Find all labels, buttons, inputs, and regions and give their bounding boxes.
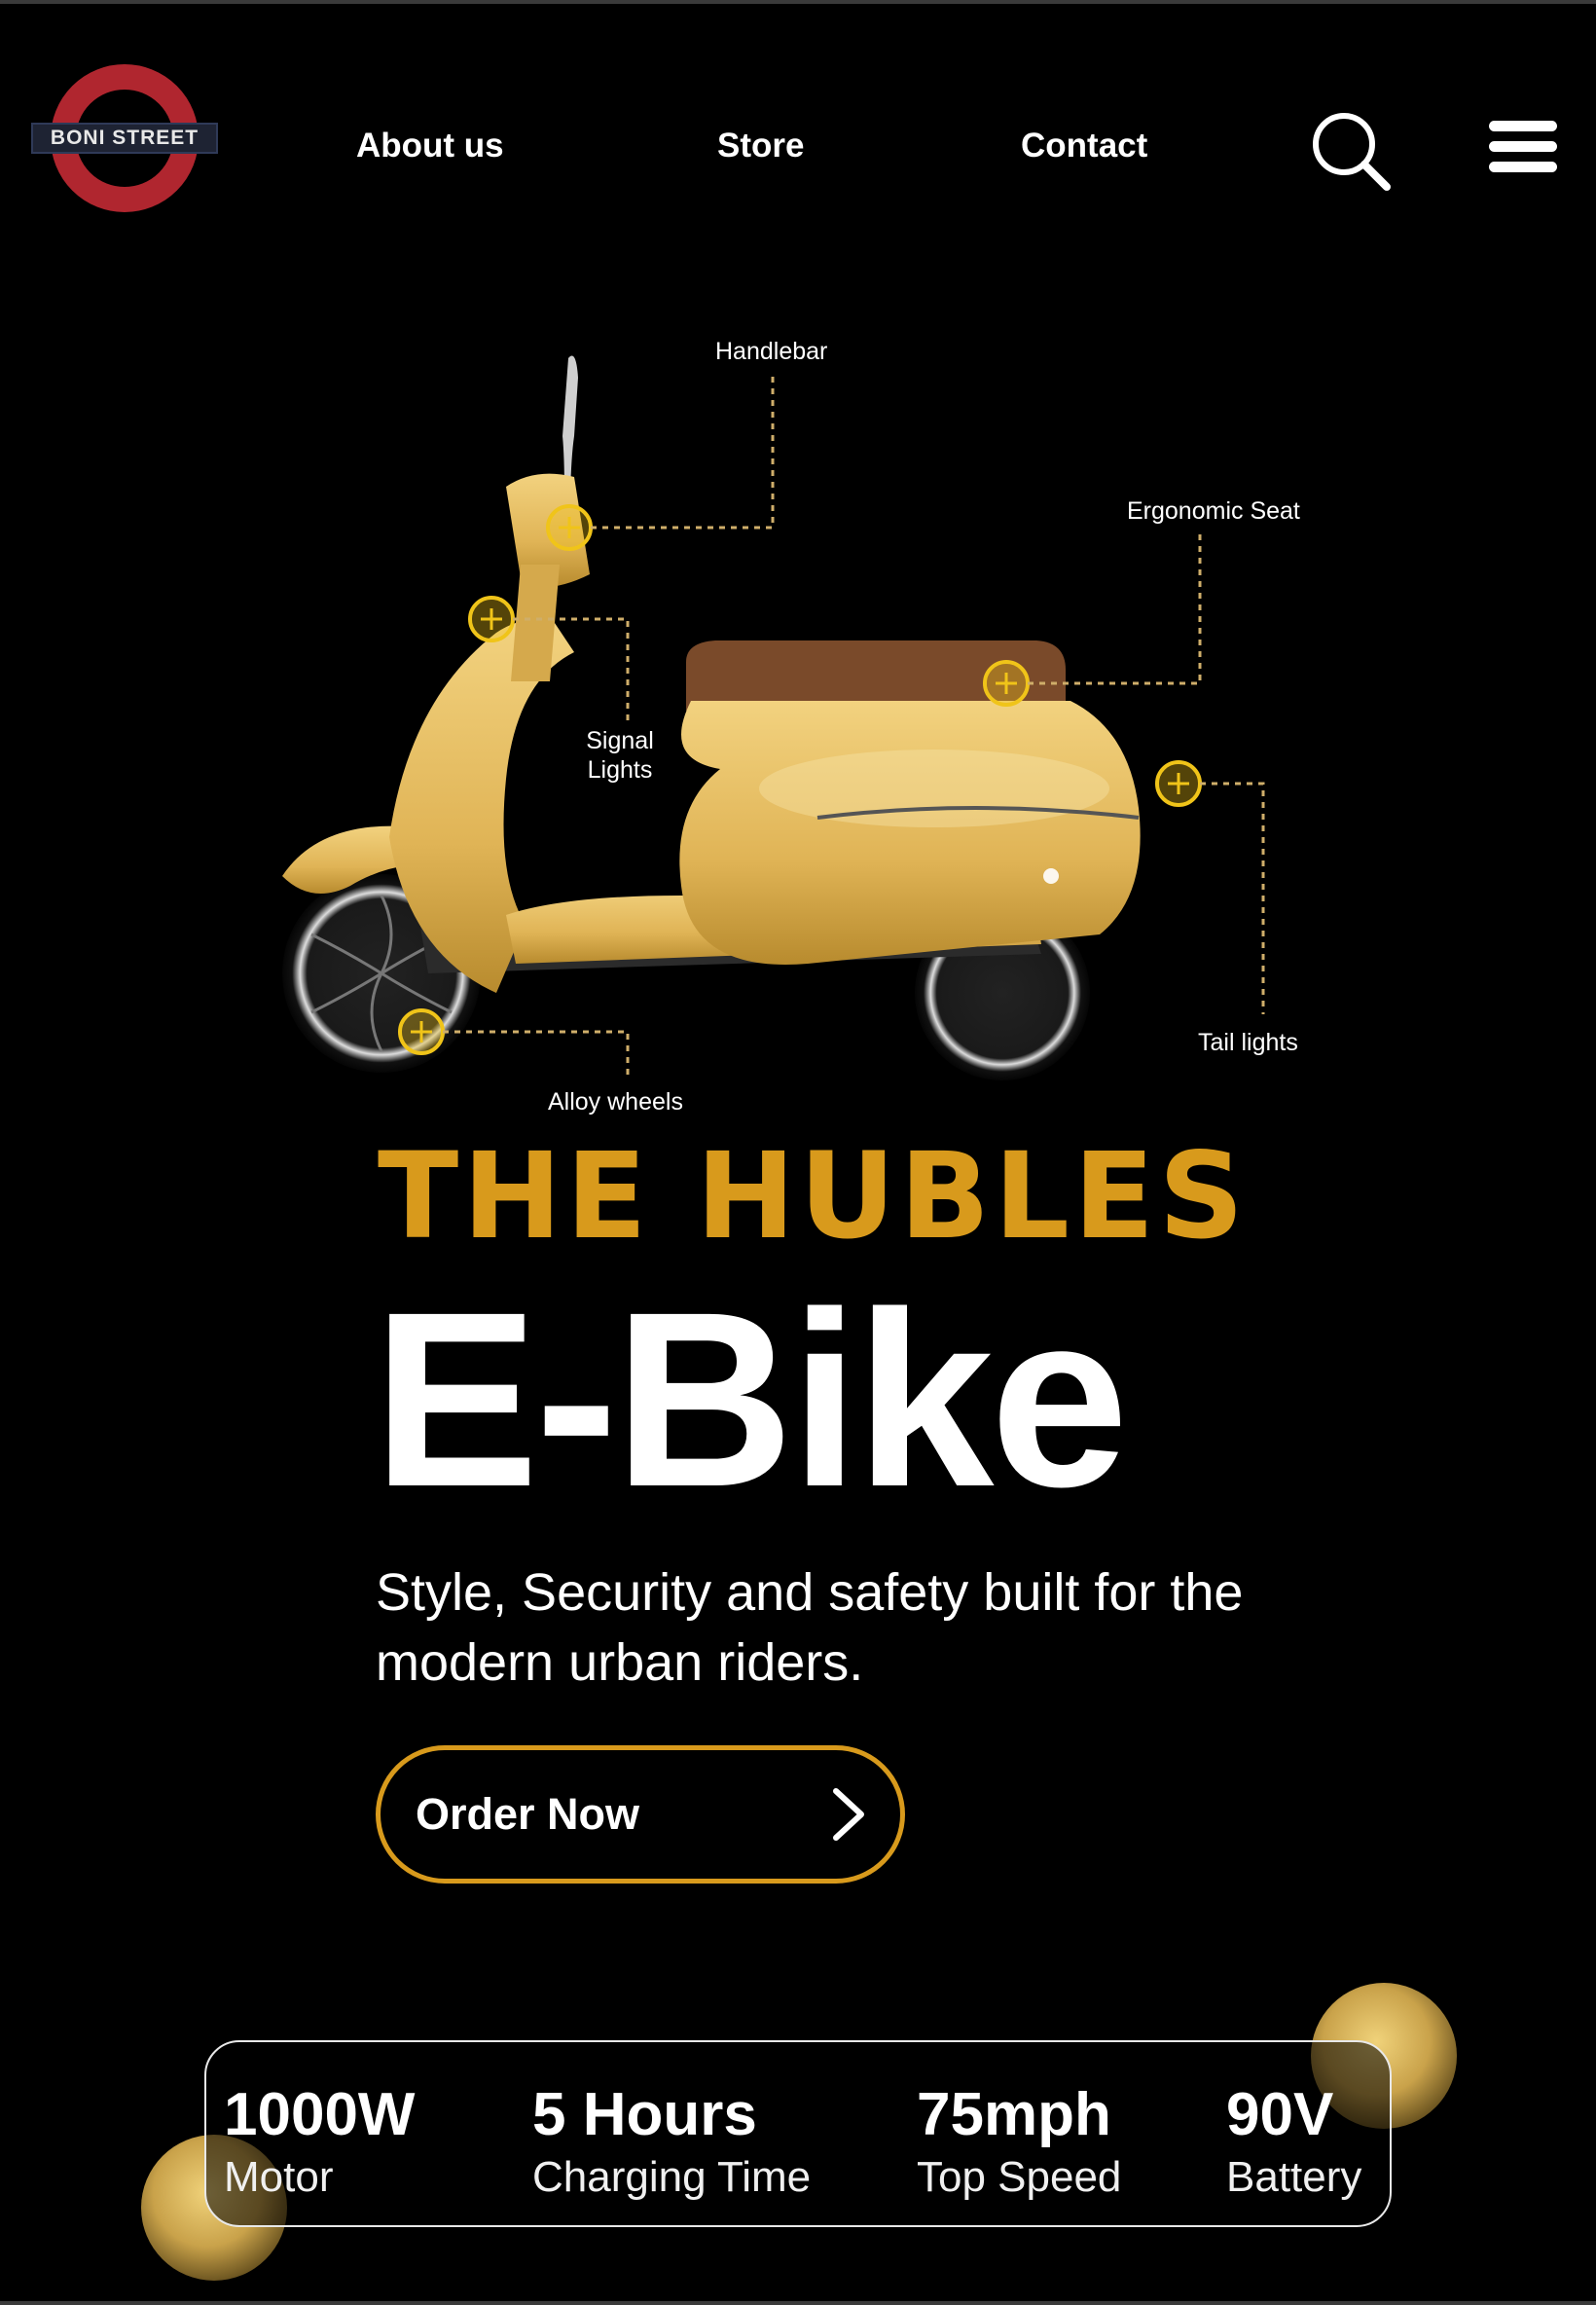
stat-motor: 1000W Motor [224,2081,415,2204]
callout-signal-lights: Signal Lights [581,726,659,785]
brand-title: THE HUBLES [378,1127,1249,1265]
hamburger-menu-icon[interactable] [1489,121,1557,179]
stat-value: 1000W [224,2081,416,2148]
page-title: E-Bike [373,1261,1129,1539]
callout-signal-line2: Lights [587,756,653,784]
callout-alloy-wheels: Alloy wheels [548,1088,683,1116]
tagline-line2: modern urban riders. [376,1633,864,1692]
mirror [562,355,578,494]
spec-stats-card: 1000W Motor 5 Hours Charging Time 75mph … [204,2040,1392,2227]
stat-charging-time: 5 Hours Charging Time [532,2081,811,2204]
stat-value: 90V [1226,2081,1334,2148]
callout-handlebar: Handlebar [715,338,828,365]
scooter-illustration [282,355,1265,1080]
stat-top-speed: 75mph Top Speed [917,2081,1121,2204]
nav-contact[interactable]: Contact [1021,127,1147,165]
menu-bar [1489,141,1557,152]
nav-store[interactable]: Store [717,127,804,165]
stat-battery: 90V Battery [1226,2081,1361,2204]
order-now-label: Order Now [416,1789,640,1839]
nav-about-us[interactable]: About us [356,127,504,165]
stat-value: 75mph [917,2081,1111,2148]
stat-label: Charging Time [532,2153,812,2201]
callout-tail-lights: Tail lights [1198,1029,1298,1056]
stat-label: Motor [224,2153,334,2201]
tagline-line1: Style, Security and safety built for the [376,1563,1244,1622]
rear-body [679,701,1141,965]
body-highlight [759,750,1109,827]
menu-bar [1489,162,1557,172]
callout-ergonomic-seat: Ergonomic Seat [1127,497,1300,525]
logo-text: BONI STREET [31,123,218,154]
hero-tagline: Style, Security and safety built for the… [376,1557,1349,1698]
chevron-right-icon [833,1788,864,1841]
stat-label: Top Speed [917,2153,1122,2201]
stat-label: Battery [1226,2153,1362,2201]
brand-logo[interactable]: BONI STREET [27,64,222,220]
menu-bar [1489,121,1557,131]
top-border [0,0,1596,4]
bottom-border [0,2301,1596,2305]
callout-signal-line1: Signal [586,727,654,754]
stat-value: 5 Hours [532,2081,757,2148]
search-icon[interactable] [1309,109,1393,193]
reflection [1043,868,1059,884]
order-now-button[interactable]: Order Now [376,1745,905,1884]
